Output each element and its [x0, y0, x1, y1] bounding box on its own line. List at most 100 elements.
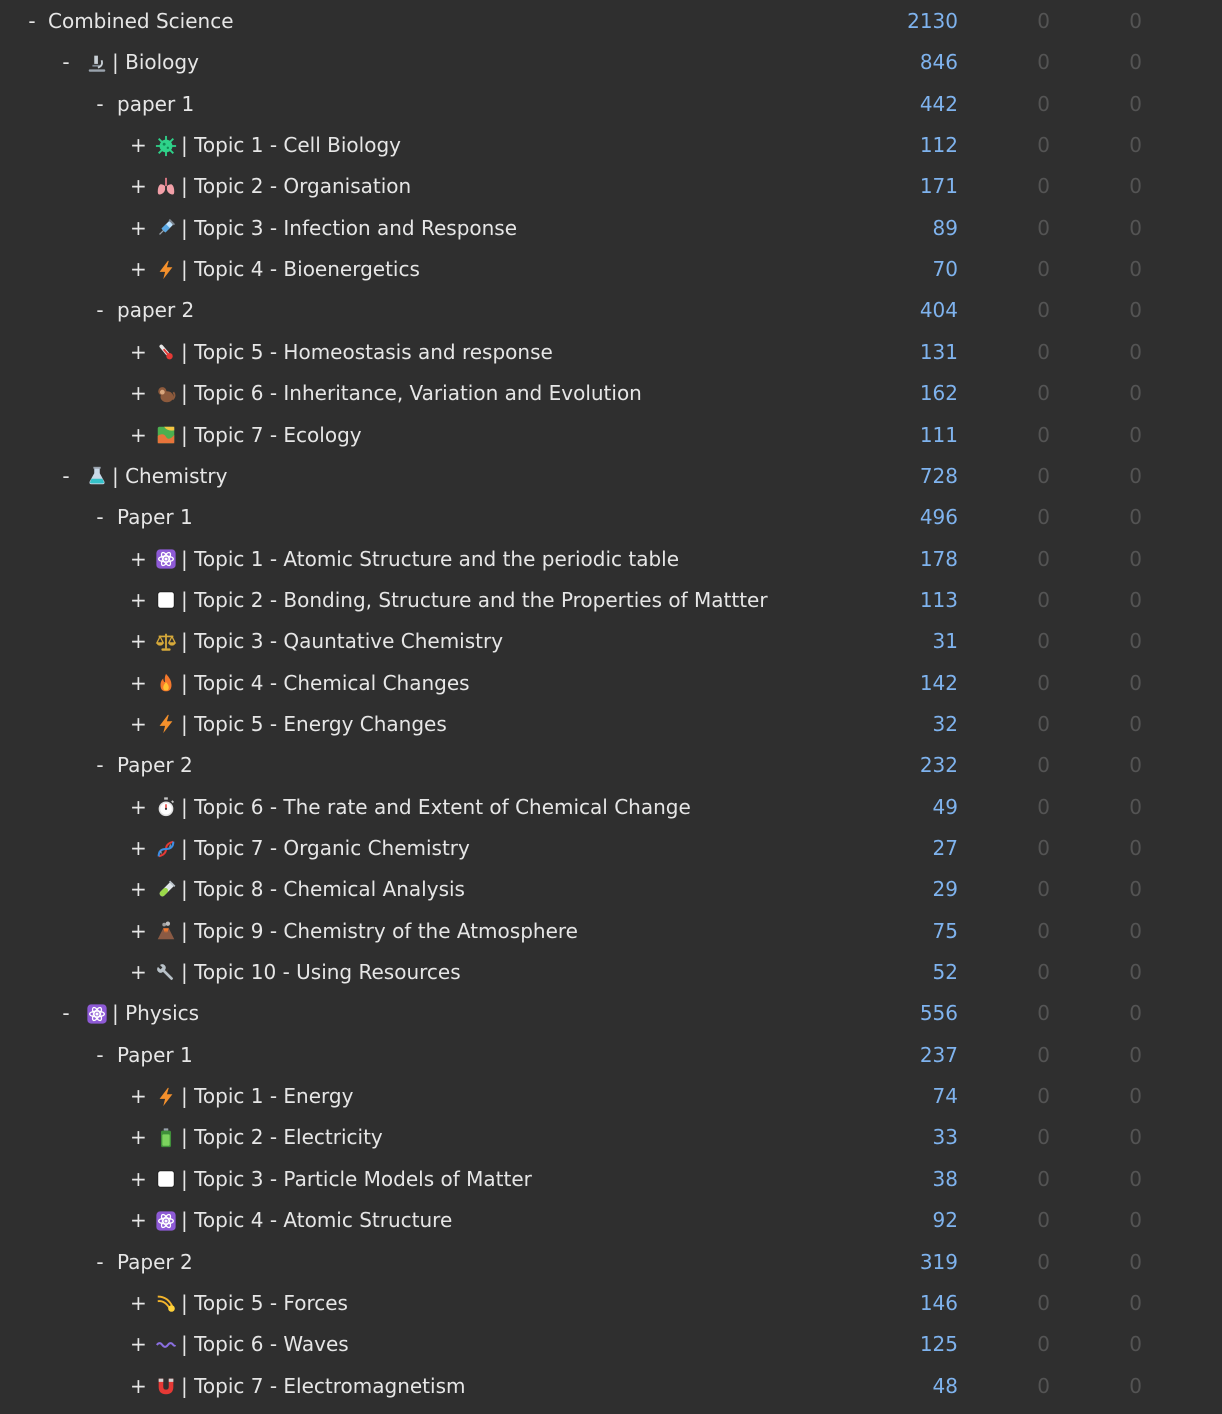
collapse-toggle[interactable]: - [92, 84, 108, 125]
deck-row[interactable]: - Paper 2 232 0 0 [0, 745, 1222, 786]
deck-row[interactable]: + | Topic 3 - Infection and Response 89 0 0 [0, 208, 1222, 249]
deck-name[interactable]: | Topic 9 - Chemistry of the Atmosphere [155, 911, 578, 952]
deck-row[interactable]: - paper 1 442 0 0 [0, 84, 1222, 125]
deck-row[interactable]: - | Biology 846 0 0 [0, 42, 1222, 83]
deck-name[interactable]: | Topic 5 - Forces [155, 1283, 348, 1324]
expand-toggle[interactable]: + [130, 1366, 147, 1407]
deck-row[interactable]: + | Topic 3 - Qauntative Chemistry 31 0 0 [0, 621, 1222, 662]
collapse-toggle[interactable]: - [92, 1035, 108, 1076]
expand-toggle[interactable]: + [130, 1159, 147, 1200]
deck-row[interactable]: - Combined Science 2130 0 0 [0, 1, 1222, 42]
deck-name[interactable]: | Topic 4 - Bioenergetics [155, 249, 420, 290]
expand-toggle[interactable]: + [130, 1076, 147, 1117]
deck-row[interactable]: - Paper 2 319 0 0 [0, 1242, 1222, 1283]
deck-row[interactable]: + | Topic 5 - Energy Changes 32 0 0 [0, 704, 1222, 745]
deck-row[interactable]: - paper 2 404 0 0 [0, 290, 1222, 331]
expand-toggle[interactable]: + [130, 663, 147, 704]
deck-row[interactable]: + | Topic 2 - Bonding, Structure and the … [0, 580, 1222, 621]
deck-name[interactable]: | Topic 6 - Inheritance, Variation and E… [155, 373, 642, 414]
deck-name[interactable]: | Topic 1 - Energy [155, 1076, 353, 1117]
collapse-toggle[interactable]: - [92, 1242, 108, 1283]
expand-toggle[interactable]: + [130, 911, 147, 952]
expand-toggle[interactable]: + [130, 415, 147, 456]
expand-toggle[interactable]: + [130, 373, 147, 414]
expand-toggle[interactable]: + [130, 704, 147, 745]
deck-row[interactable]: + | Topic 5 - Homeostasis and response 131… [0, 332, 1222, 373]
deck-row[interactable]: + | Topic 7 - Ecology 111 0 0 [0, 415, 1222, 456]
deck-row[interactable]: - | Physics 556 0 0 [0, 993, 1222, 1034]
deck-row[interactable]: + | Topic 6 - Inheritance, Variation and … [0, 373, 1222, 414]
deck-name[interactable]: | Topic 7 - Ecology [155, 415, 362, 456]
collapse-toggle[interactable]: - [92, 497, 108, 538]
deck-row[interactable]: + | Topic 7 - Organic Chemistry 27 0 0 [0, 828, 1222, 869]
expand-toggle[interactable]: + [130, 1324, 147, 1365]
deck-row[interactable]: + | Topic 3 - Particle Models of Matter 38… [0, 1159, 1222, 1200]
deck-name[interactable]: Paper 2 [117, 1242, 193, 1283]
deck-row[interactable]: + | Topic 1 - Atomic Structure and the pe… [0, 539, 1222, 580]
deck-name[interactable]: | Topic 5 - Energy Changes [155, 704, 447, 745]
deck-name[interactable]: Combined Science [48, 1, 234, 42]
deck-name[interactable]: | Topic 1 - Atomic Structure and the per… [155, 539, 679, 580]
expand-toggle[interactable]: + [130, 166, 147, 207]
expand-toggle[interactable]: + [130, 952, 147, 993]
deck-name[interactable]: | Topic 7 - Organic Chemistry [155, 828, 470, 869]
expand-toggle[interactable]: + [130, 1200, 147, 1241]
deck-name[interactable]: | Chemistry [86, 456, 227, 497]
deck-row[interactable]: + | Topic 8 - Chemical Analysis 29 0 0 [0, 869, 1222, 910]
deck-row[interactable]: - | Chemistry 728 0 0 [0, 456, 1222, 497]
deck-row[interactable]: + | Topic 4 - Bioenergetics 70 0 0 [0, 249, 1222, 290]
expand-toggle[interactable]: + [130, 787, 147, 828]
deck-row[interactable]: - Paper 1 496 0 0 [0, 497, 1222, 538]
expand-toggle[interactable]: + [130, 125, 147, 166]
collapse-toggle[interactable]: - [92, 290, 108, 331]
deck-row[interactable]: + | Topic 4 - Atomic Structure 92 0 0 [0, 1200, 1222, 1241]
expand-toggle[interactable]: + [130, 539, 147, 580]
deck-name[interactable]: | Physics [86, 993, 199, 1034]
collapse-toggle[interactable]: - [58, 456, 74, 497]
expand-toggle[interactable]: + [130, 869, 147, 910]
deck-name[interactable]: | Topic 2 - Electricity [155, 1117, 383, 1158]
expand-toggle[interactable]: + [130, 580, 147, 621]
deck-name[interactable]: | Topic 4 - Chemical Changes [155, 663, 470, 704]
deck-name[interactable]: Paper 1 [117, 1035, 193, 1076]
expand-toggle[interactable]: + [130, 208, 147, 249]
deck-name[interactable]: paper 1 [117, 84, 194, 125]
expand-toggle[interactable]: + [130, 621, 147, 662]
deck-row[interactable]: + | Topic 1 - Energy 74 0 0 [0, 1076, 1222, 1117]
deck-row[interactable]: + | Topic 1 - Cell Biology 112 0 0 [0, 125, 1222, 166]
deck-name[interactable]: | Topic 4 - Atomic Structure [155, 1200, 452, 1241]
collapse-toggle[interactable]: - [24, 1, 40, 42]
deck-name[interactable]: | Topic 6 - Waves [155, 1324, 349, 1365]
expand-toggle[interactable]: + [130, 828, 147, 869]
expand-toggle[interactable]: + [130, 1117, 147, 1158]
deck-name[interactable]: Paper 2 [117, 745, 193, 786]
deck-row[interactable]: + | Topic 10 - Using Resources 52 0 0 [0, 952, 1222, 993]
deck-name[interactable]: | Topic 8 - Chemical Analysis [155, 869, 465, 910]
deck-row[interactable]: + | Topic 4 - Chemical Changes 142 0 0 [0, 663, 1222, 704]
deck-name[interactable]: | Topic 10 - Using Resources [155, 952, 461, 993]
deck-name[interactable]: | Topic 3 - Particle Models of Matter [155, 1159, 532, 1200]
deck-row[interactable]: + | Topic 7 - Electromagnetism 48 0 0 [0, 1366, 1222, 1407]
deck-name[interactable]: | Topic 2 - Organisation [155, 166, 411, 207]
expand-toggle[interactable]: + [130, 1283, 147, 1324]
collapse-toggle[interactable]: - [92, 745, 108, 786]
deck-row[interactable]: + | Topic 5 - Forces 146 0 0 [0, 1283, 1222, 1324]
deck-row[interactable]: - Paper 1 237 0 0 [0, 1035, 1222, 1076]
deck-name[interactable]: Paper 1 [117, 497, 193, 538]
deck-row[interactable]: + | Topic 9 - Chemistry of the Atmosphere… [0, 911, 1222, 952]
expand-toggle[interactable]: + [130, 332, 147, 373]
collapse-toggle[interactable]: - [58, 993, 74, 1034]
deck-name[interactable]: | Topic 5 - Homeostasis and response [155, 332, 553, 373]
deck-name[interactable]: paper 2 [117, 290, 194, 331]
deck-row[interactable]: + | Topic 6 - Waves 125 0 0 [0, 1324, 1222, 1365]
expand-toggle[interactable]: + [130, 249, 147, 290]
deck-name[interactable]: | Topic 3 - Qauntative Chemistry [155, 621, 503, 662]
deck-name[interactable]: | Topic 6 - The rate and Extent of Chemi… [155, 787, 691, 828]
deck-row[interactable]: + | Topic 6 - The rate and Extent of Chem… [0, 787, 1222, 828]
deck-name[interactable]: | Topic 7 - Electromagnetism [155, 1366, 465, 1407]
deck-row[interactable]: + | Topic 2 - Electricity 33 0 0 [0, 1117, 1222, 1158]
deck-row[interactable]: + | Topic 2 - Organisation 171 0 0 [0, 166, 1222, 207]
deck-name[interactable]: | Topic 1 - Cell Biology [155, 125, 401, 166]
deck-name[interactable]: | Biology [86, 42, 199, 83]
collapse-toggle[interactable]: - [58, 42, 74, 83]
